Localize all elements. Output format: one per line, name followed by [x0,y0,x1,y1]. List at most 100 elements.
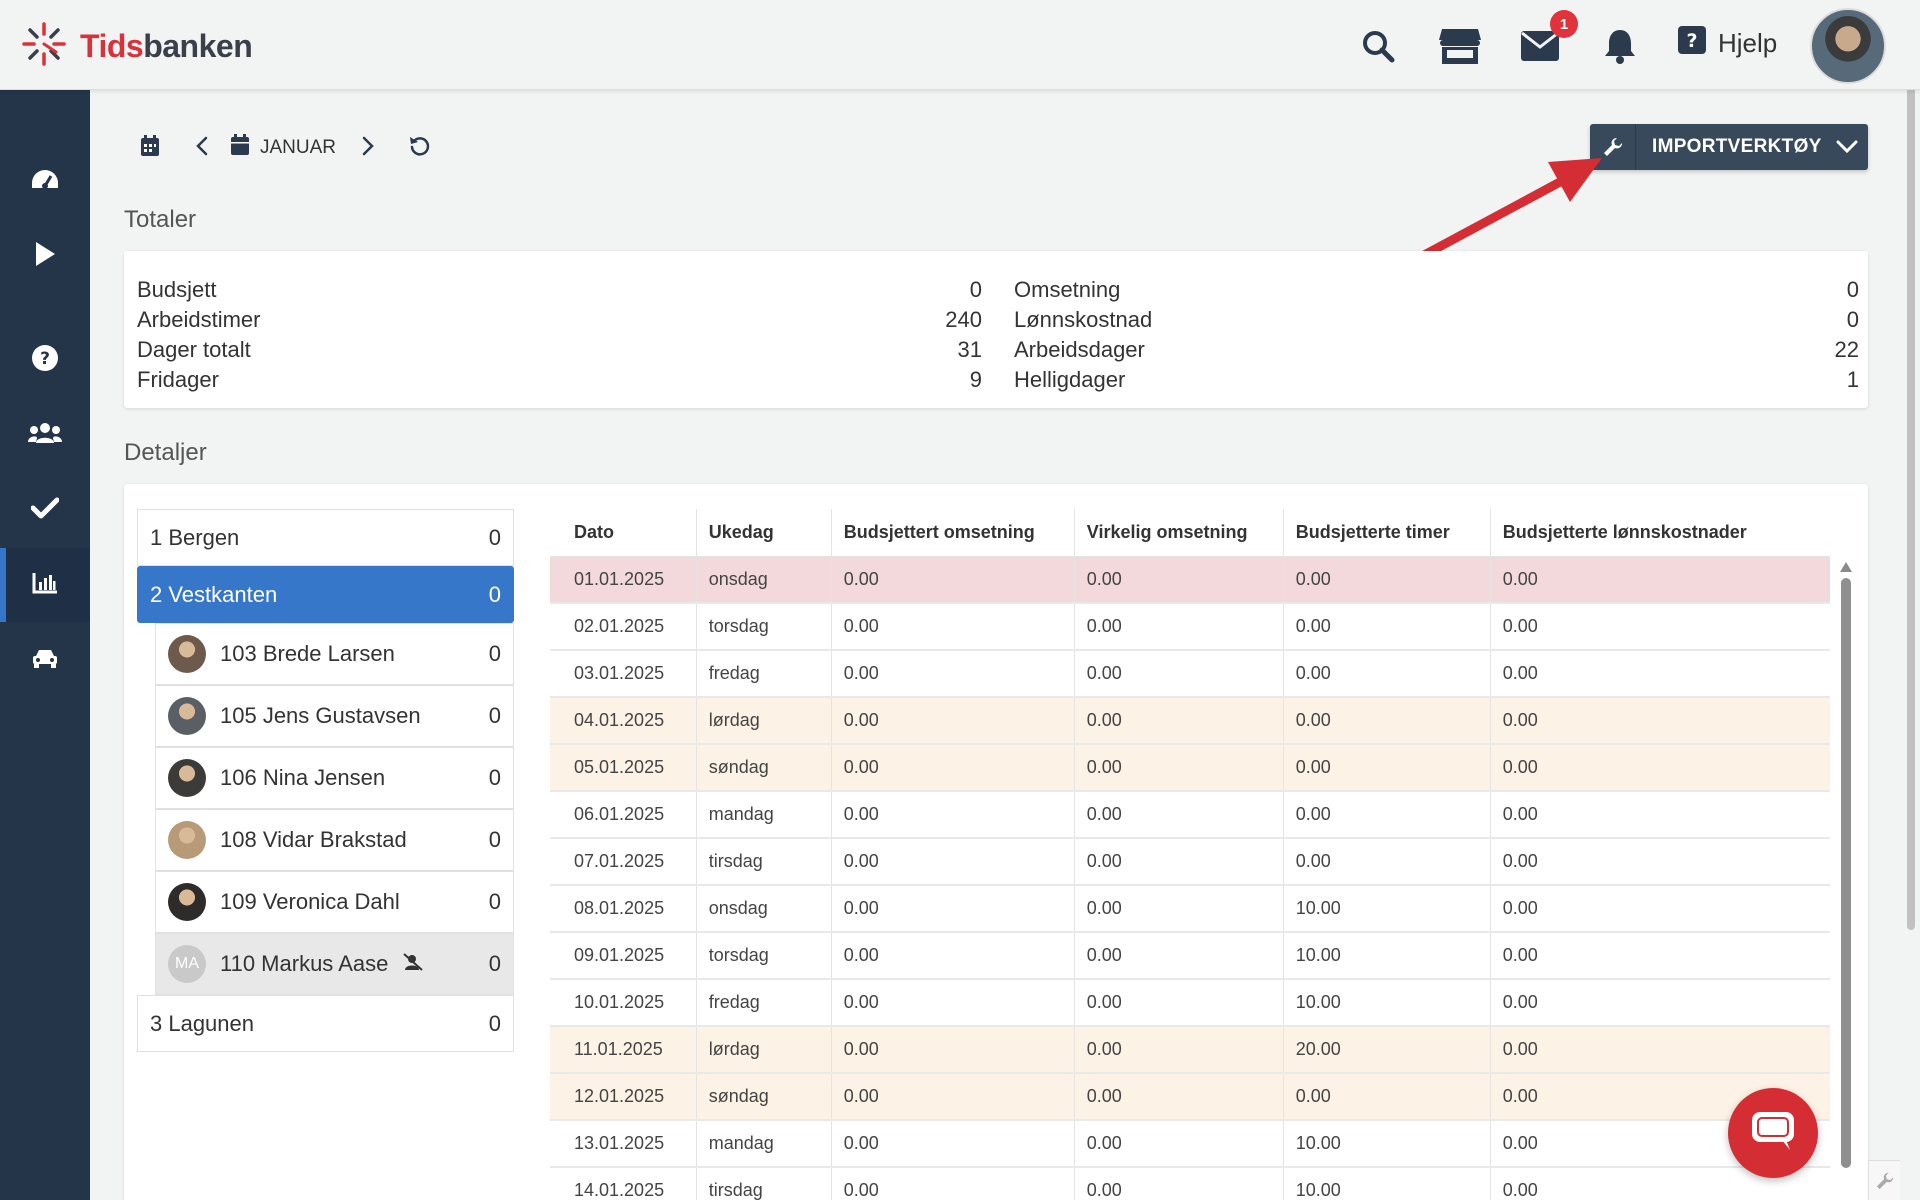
svg-text:?: ? [40,349,50,369]
table-row[interactable]: 01.01.2025 onsdag 0.00 0.00 0.00 0.00 [550,556,1830,604]
table-row[interactable]: 06.01.2025 mandag 0.00 0.00 0.00 0.00 [550,791,1830,839]
table-row[interactable]: 09.01.2025 torsdag 0.00 0.00 10.00 0.00 [550,932,1830,980]
tree-item-left: MA 110 Markus Aase [168,945,424,983]
user-avatar[interactable] [1810,8,1886,84]
column-header[interactable]: Virkelig omsetning [1074,509,1284,557]
tree-employee-item[interactable]: 105 Jens Gustavsen 0 [155,685,514,747]
table-cell: 0.00 [1283,791,1491,839]
details-table: Dato Ukedag Budsjettert omsetning Virkelig … [550,509,1830,1200]
table-cell: 0.00 [1074,979,1284,1027]
totals-right-column: Omsetning 0 Lønnskostnad 0 Arbeidsdager 22 … [1014,275,1859,395]
table-cell: 0.00 [1074,697,1284,745]
chat-button[interactable] [1728,1088,1818,1178]
table-cell: lørdag [696,1026,832,1074]
column-header[interactable]: Budsjettert omsetning [831,509,1075,557]
next-month-button[interactable] [346,126,390,170]
table-row[interactable]: 11.01.2025 lørdag 0.00 0.00 20.00 0.00 [550,1026,1830,1074]
column-header[interactable]: Ukedag [696,509,832,557]
avatar [168,821,206,859]
table-cell: 02.01.2025 [550,603,697,651]
table-row[interactable]: 03.01.2025 fredag 0.00 0.00 0.00 0.00 [550,650,1830,698]
import-tool-button[interactable]: IMPORTVERKTØY [1590,124,1868,170]
sidebar-item-approve[interactable] [0,473,90,547]
table-row[interactable]: 08.01.2025 onsdag 0.00 0.00 10.00 0.00 [550,885,1830,933]
table-cell: 08.01.2025 [550,885,697,933]
column-header[interactable]: Budsjetterte lønnskostnader [1490,509,1830,557]
table-cell: 0.00 [1490,697,1830,745]
users-icon [28,421,62,450]
logo[interactable]: Tidsbanken [20,20,253,73]
corner-wrench-icon[interactable] [1868,1160,1900,1200]
table-cell: 10.00 [1283,1120,1491,1168]
table-cell: onsdag [696,885,832,933]
calendar-button[interactable] [128,126,172,170]
table-row[interactable]: 10.01.2025 fredag 0.00 0.00 10.00 0.00 [550,979,1830,1027]
tree-item-left: 108 Vidar Brakstad [168,821,407,859]
sidebar-item-dashboard[interactable] [0,145,90,219]
tree-item-left: 1 Bergen [150,525,239,551]
table-scrollbar[interactable] [1840,562,1852,1172]
question-icon: ? [31,344,59,377]
month-selector[interactable]: JANUAR [230,134,336,162]
table-cell: 11.01.2025 [550,1026,697,1074]
table-cell: fredag [696,650,832,698]
totals-row: Fridager 9 [137,367,982,392]
prev-month-button[interactable] [180,126,224,170]
tree-item-count: 0 [488,581,501,607]
sidebar-item-help[interactable]: ? [0,323,90,397]
chart-icon [32,572,58,599]
totals-card: Budsjett 0 Arbeidstimer 240 Dager totalt 31… [124,251,1868,408]
sidebar-item-vehicles[interactable] [0,623,90,697]
table-cell: 0.00 [1283,838,1491,886]
table-row[interactable]: 07.01.2025 tirsdag 0.00 0.00 0.00 0.00 [550,838,1830,886]
scroll-thumb[interactable] [1841,578,1851,1168]
tree-employee-item[interactable]: 109 Veronica Dahl 0 [155,871,514,933]
table-row[interactable]: 12.01.2025 søndag 0.00 0.00 0.00 0.00 [550,1073,1830,1121]
column-header[interactable]: Budsjetterte timer [1283,509,1491,557]
reset-icon [409,135,431,162]
calendar-month-icon [230,134,250,162]
logo-icon [20,20,68,73]
tree-item-count: 0 [488,889,501,914]
table-cell: 0.00 [831,650,1075,698]
table-cell: mandag [696,791,832,839]
window-scrollbar[interactable] [1900,0,1920,1200]
help-link[interactable]: ? Hjelp [1678,26,1777,61]
store-icon[interactable] [1438,24,1482,68]
tree-employee-item[interactable]: 103 Brede Larsen 0 [155,623,514,685]
tree-employee-item[interactable]: MA 110 Markus Aase 0 [155,933,514,995]
scroll-up-arrow[interactable] [1840,562,1852,572]
table-row[interactable]: 13.01.2025 mandag 0.00 0.00 10.00 0.00 [550,1120,1830,1168]
table-row[interactable]: 04.01.2025 lørdag 0.00 0.00 0.00 0.00 [550,697,1830,745]
mail-icon[interactable]: 1 [1518,10,1578,68]
tree-department-item[interactable]: 3 Lagunen 0 [137,995,514,1052]
tree-employee-item[interactable]: 108 Vidar Brakstad 0 [155,809,514,871]
table-body: 01.01.2025 onsdag 0.00 0.00 0.00 0.00 02.01.20… [550,556,1830,1200]
sidebar-item-reports[interactable] [0,548,90,622]
table-row[interactable]: 02.01.2025 torsdag 0.00 0.00 0.00 0.00 [550,603,1830,651]
tree-employee-item[interactable]: 106 Nina Jensen 0 [155,747,514,809]
user-off-icon [402,951,424,977]
totals-title: Totaler [124,206,197,233]
chevron-left-icon [196,136,208,161]
tree-item-label: 110 Markus Aase [220,951,389,976]
totals-left-column: Budsjett 0 Arbeidstimer 240 Dager totalt 31… [137,275,982,395]
bell-icon[interactable] [1598,24,1642,68]
table-row[interactable]: 14.01.2025 tirsdag 0.00 0.00 10.00 0.00 [550,1167,1830,1200]
sidebar-item-play[interactable] [0,219,90,293]
tree-item-left: 103 Brede Larsen [168,635,395,673]
table-cell: 10.00 [1283,885,1491,933]
sidebar-item-users[interactable] [0,398,90,472]
table-cell: 0.00 [1490,650,1830,698]
avatar-initials: MA [168,945,206,983]
tree-department-item[interactable]: 2 Vestkanten 0 [137,566,514,623]
help-icon: ? [1678,26,1706,61]
tree-item-label: 109 Veronica Dahl [220,889,400,914]
search-icon[interactable] [1356,24,1400,68]
department-tree: 1 Bergen 0 2 Vestkanten 0 103 Brede Larsen 0 1… [137,509,514,1052]
tree-department-item[interactable]: 1 Bergen 0 [137,509,514,566]
reset-button[interactable] [398,126,442,170]
column-header[interactable]: Dato [550,509,697,557]
table-row[interactable]: 05.01.2025 søndag 0.00 0.00 0.00 0.00 [550,744,1830,792]
table-cell: 07.01.2025 [550,838,697,886]
